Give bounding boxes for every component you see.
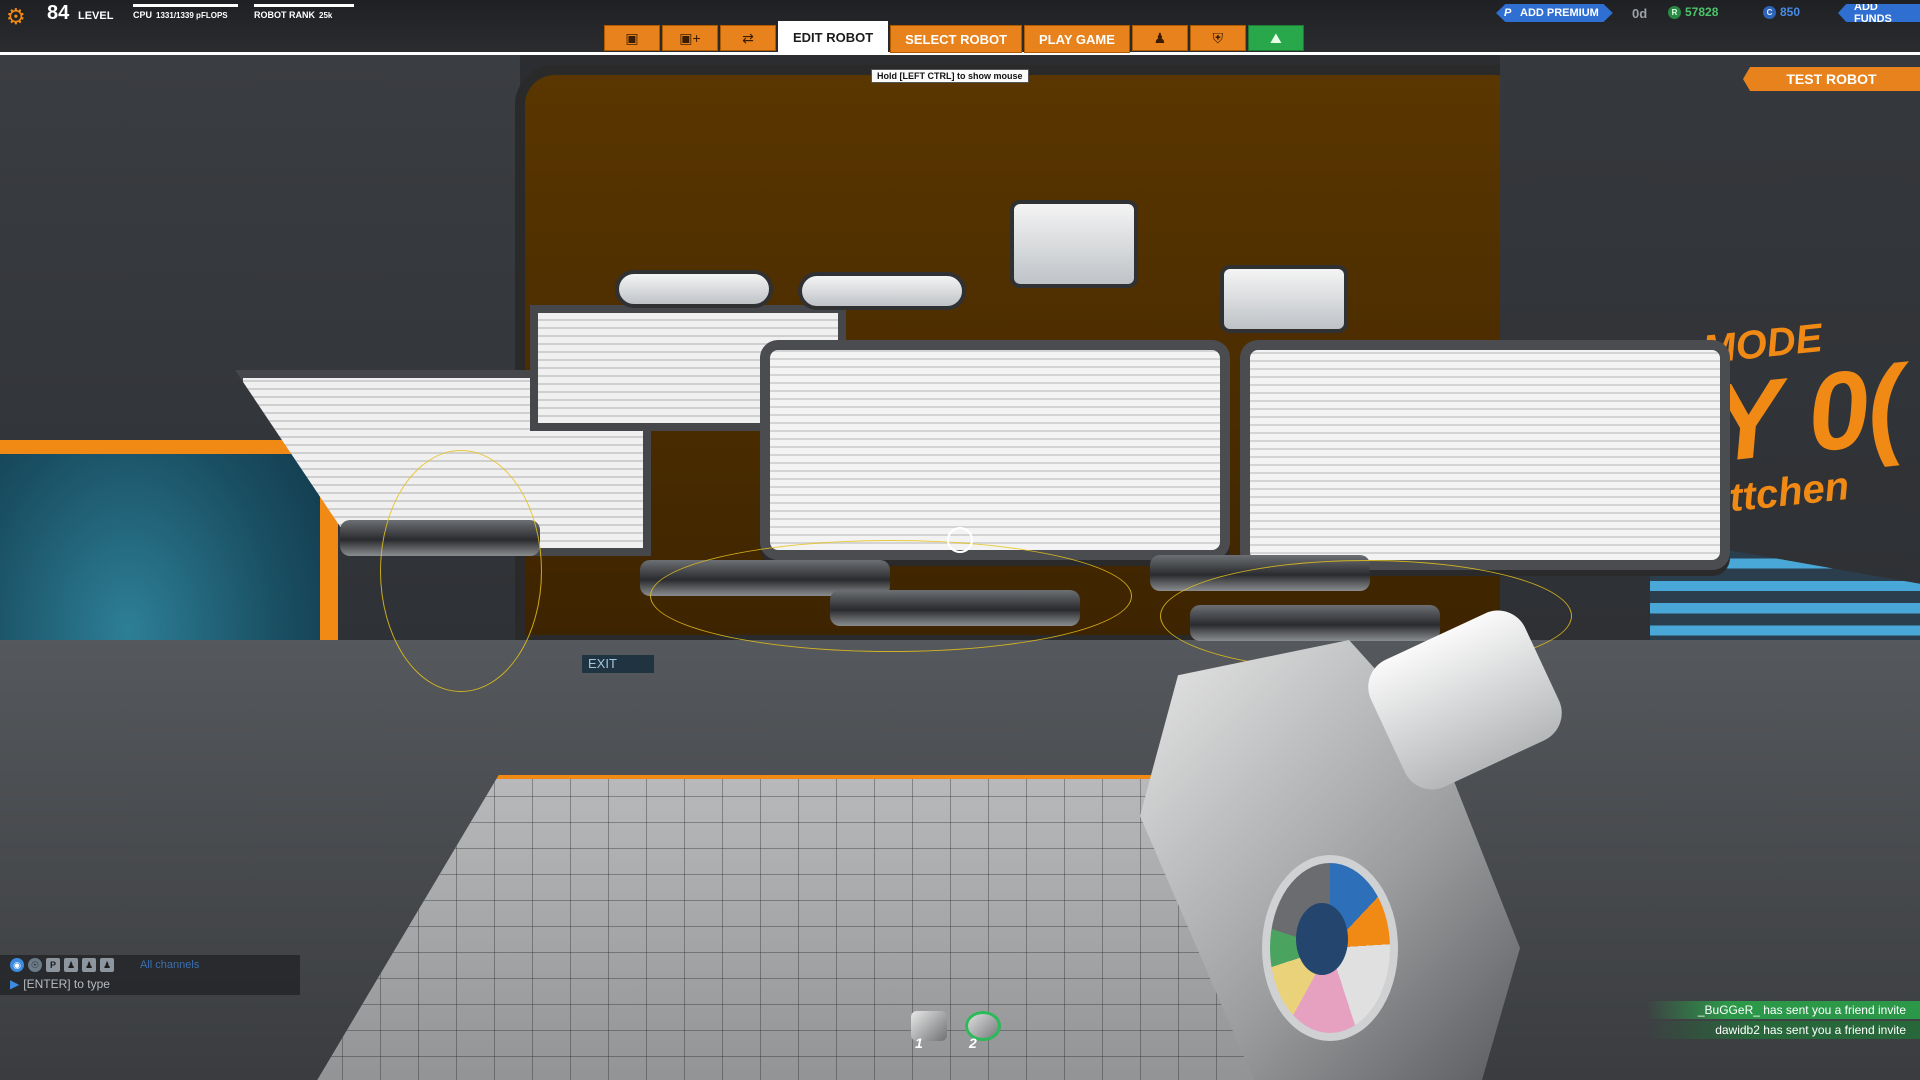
globe-icon[interactable]: ◉: [10, 958, 24, 972]
cosmo-credits-icon: C: [1763, 6, 1776, 20]
robot-thruster: [1220, 265, 1348, 333]
connect-icon[interactable]: ⇄: [720, 25, 776, 51]
robot-thruster: [1010, 200, 1138, 288]
world-icon[interactable]: ☉: [28, 958, 42, 972]
robot-model[interactable]: [0, 0, 1920, 1080]
weapon-aim-ring: [650, 540, 1132, 652]
add-premium-label: ADD PREMIUM: [1520, 7, 1599, 19]
robits-icon: R: [1668, 6, 1681, 20]
tab-edit-robot[interactable]: EDIT ROBOT: [778, 21, 889, 53]
clan-icon[interactable]: ♟: [82, 958, 96, 972]
robot-rank-value: 25k: [319, 11, 333, 20]
gear-icon[interactable]: ⚙: [6, 4, 26, 30]
color-palette-dial: [1262, 855, 1398, 1041]
cosmo-credits-value: 850: [1780, 5, 1801, 19]
robot-rank-bar: [254, 4, 354, 7]
main-nav: ▣ ▣+ ⇄ EDIT ROBOT SELECT ROBOT PLAY GAME…: [604, 21, 1306, 53]
chat-input[interactable]: ▶ [ENTER] to type: [10, 977, 110, 991]
cpu-value: 1331/1339 pFLOPS: [156, 11, 228, 20]
garage-scene: EXIT MODE Y 0( ittchen: [0, 0, 1920, 1080]
chat-channel-name: All channels: [140, 959, 200, 971]
hotbar-slot-number: 2: [969, 1035, 977, 1051]
robits-value: 57828: [1685, 5, 1719, 19]
player-level: 84: [47, 2, 70, 24]
players-icon[interactable]: ♟: [1131, 25, 1188, 51]
mouse-hint-tooltip: Hold [LEFT CTRL] to show mouse: [871, 69, 1029, 83]
cosmo-credits-balance: C 850: [1763, 5, 1801, 20]
top-hud-bar: ⚙ 84 LEVEL CPU 1331/1339 pFLOPS ROBOT RAN…: [0, 0, 1920, 55]
add-funds-button[interactable]: ADD FUNDS: [1838, 4, 1920, 22]
add-funds-label: ADD FUNDS: [1854, 1, 1892, 25]
robot-rank-meter: ROBOT RANK 25k: [254, 4, 354, 20]
cpu-label: CPU: [133, 10, 153, 20]
cpu-bar: [133, 4, 238, 7]
robot-armor-plate: [1240, 340, 1730, 570]
hotbar-slot-1[interactable]: 1: [905, 1003, 953, 1051]
friend-invite-notification[interactable]: _BuGGeR_ has sent you a friend invite: [1646, 1001, 1920, 1019]
weapon-hotbar: 1 2: [905, 1003, 1007, 1051]
hotbar-slot-2[interactable]: 2: [959, 1003, 1007, 1051]
crosshair-icon: [947, 527, 973, 553]
friend-icon[interactable]: ♟: [64, 958, 78, 972]
friend-invite-notification[interactable]: dawidb2 has sent you a friend invite: [1646, 1021, 1920, 1039]
robot-armor-plate: [760, 340, 1230, 560]
private-icon[interactable]: ♟: [100, 958, 114, 972]
hotbar-slot-number: 1: [915, 1035, 923, 1051]
premium-days: 0d: [1632, 6, 1648, 21]
robot-thruster: [798, 272, 966, 310]
robits-balance: R 57828: [1668, 5, 1719, 20]
chat-input-hint: [ENTER] to type: [23, 977, 110, 991]
robot-rank-label: ROBOT RANK: [254, 10, 315, 20]
chat-arrow-icon: ▶: [10, 977, 20, 991]
shield-icon[interactable]: ⛨: [1189, 25, 1246, 51]
cpu-meter: CPU 1331/1339 pFLOPS: [133, 4, 238, 20]
tab-play-game[interactable]: PLAY GAME: [1024, 25, 1130, 53]
chat-channel-tabs: ◉ ☉ P ♟ ♟ ♟: [10, 958, 114, 972]
chat-panel: ◉ ☉ P ♟ ♟ ♟ All channels ▶ [ENTER] to typ…: [0, 955, 300, 995]
robot-thruster: [615, 270, 773, 308]
premium-icon: P: [1504, 7, 1512, 19]
add-premium-button[interactable]: P ADD PREMIUM: [1496, 4, 1613, 22]
party-icon[interactable]: P: [46, 958, 60, 972]
weapon-aim-ring: [380, 450, 542, 692]
test-robot-button[interactable]: TEST ROBOT: [1743, 67, 1920, 91]
shop-icon[interactable]: ⛰: [1247, 25, 1304, 51]
cube-add-icon[interactable]: ▣+: [662, 25, 718, 51]
cube-icon[interactable]: ▣: [604, 25, 660, 51]
tab-select-robot[interactable]: SELECT ROBOT: [890, 25, 1023, 53]
player-level-label: LEVEL: [78, 10, 114, 22]
